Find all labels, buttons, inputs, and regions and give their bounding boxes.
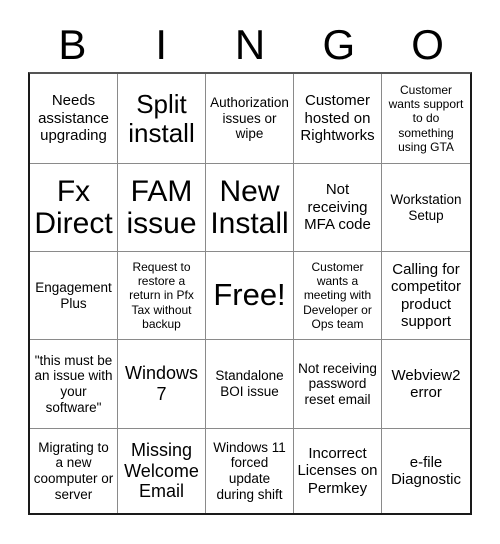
bingo-cell[interactable]: Request to restore a return in Pfx Tax w… (118, 252, 206, 340)
bingo-cell[interactable]: Needs assistance upgrading (30, 74, 118, 164)
header-letter-o: O (411, 21, 444, 68)
bingo-cell[interactable]: e-file Diagnostic (382, 429, 470, 513)
bingo-cell[interactable]: Authorization issues or wipe (206, 74, 294, 164)
bingo-cell[interactable]: Engagement Plus (30, 252, 118, 340)
bingo-cell-label: Engagement Plus (35, 279, 112, 311)
bingo-cell-label: Standalone BOI issue (215, 368, 284, 399)
bingo-cell-label: Free! (213, 277, 286, 313)
bingo-cell[interactable]: Missing Welcome Email (118, 429, 206, 513)
bingo-cell-label: Windows 11 forced update during shift (213, 439, 286, 502)
bingo-cell-free[interactable]: Free! (206, 252, 294, 340)
header-letter-b: B (58, 21, 87, 68)
bingo-cell-label: Customer wants support to do something u… (388, 83, 464, 154)
bingo-cell-label: e-file Diagnostic (390, 453, 462, 488)
bingo-cell[interactable]: FAM issue (118, 164, 206, 252)
bingo-cell-label: Missing Welcome Email (124, 440, 199, 502)
bingo-cell-label: New Install (210, 174, 289, 240)
bingo-cell[interactable]: Not receiving MFA code (294, 164, 382, 252)
bingo-cell-label: Webview2 error (391, 366, 461, 401)
bingo-cell[interactable]: Windows 11 forced update during shift (206, 429, 294, 513)
bingo-cell[interactable]: Incorrect Licenses on Permkey (294, 429, 382, 513)
bingo-cell[interactable]: Workstation Setup (382, 164, 470, 252)
bingo-cell-label: Customer wants a meeting with Developer … (303, 260, 372, 331)
bingo-cell-label: Not receiving MFA code (304, 181, 371, 234)
bingo-cell-label: Windows 7 (124, 363, 199, 404)
bingo-cell[interactable]: Customer wants support to do something u… (382, 74, 470, 164)
bingo-cell[interactable]: Calling for competitor product support (382, 252, 470, 340)
bingo-cell[interactable]: Split install (118, 74, 206, 164)
bingo-cell-label: Workstation Setup (390, 191, 462, 223)
bingo-cell[interactable]: Not receiving password reset email (294, 340, 382, 429)
bingo-cell-label: Fx Direct (34, 174, 113, 240)
bingo-cell-label: Needs assistance upgrading (38, 92, 109, 145)
bingo-cell-label: Split install (128, 89, 195, 148)
bingo-card: B I N G O Needs assistance upgrading Spli… (0, 0, 500, 544)
header-letter-g: G (322, 21, 356, 68)
bingo-cell-label: Not receiving password reset email (298, 360, 377, 407)
bingo-cell[interactable]: Webview2 error (382, 340, 470, 429)
bingo-cell[interactable]: Standalone BOI issue (206, 340, 294, 429)
bingo-cell[interactable]: Customer wants a meeting with Developer … (294, 252, 382, 340)
bingo-cell-label: "this must be an issue with your softwar… (34, 352, 113, 415)
bingo-cell-label: Request to restore a return in Pfx Tax w… (129, 260, 194, 331)
bingo-cell[interactable]: Fx Direct (30, 164, 118, 252)
header-letter-i: I (155, 21, 168, 68)
bingo-cell-label: Migrating to a new coomputer or server (33, 439, 114, 502)
bingo-cell-label: Incorrect Licenses on Permkey (297, 444, 378, 497)
header-letter-n: N (234, 21, 266, 68)
bingo-cell-label: Calling for competitor product support (390, 260, 462, 330)
bingo-cell[interactable]: Windows 7 (118, 340, 206, 429)
bingo-cell[interactable]: New Install (206, 164, 294, 252)
bingo-cell[interactable]: Migrating to a new coomputer or server (30, 429, 118, 513)
bingo-cell-label: Customer hosted on Rightworks (300, 92, 375, 145)
bingo-cell-label: FAM issue (126, 174, 197, 240)
bingo-grid: Needs assistance upgrading Split install A… (28, 72, 472, 515)
bingo-cell[interactable]: "this must be an issue with your softwar… (30, 340, 118, 429)
bingo-cell[interactable]: Customer hosted on Rightworks (294, 74, 382, 164)
bingo-cell-label: Authorization issues or wipe (210, 95, 289, 142)
bingo-header: B I N G O (28, 18, 472, 72)
